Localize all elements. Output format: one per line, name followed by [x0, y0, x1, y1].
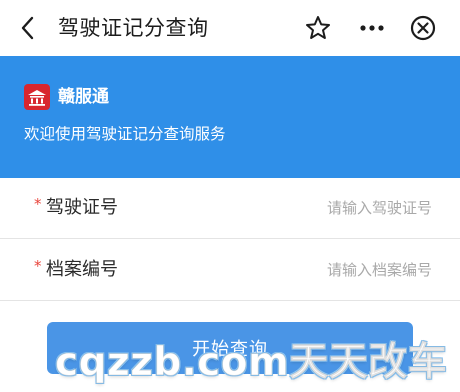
close-button[interactable]	[407, 12, 439, 44]
chevron-left-icon	[21, 16, 34, 40]
more-button[interactable]	[356, 12, 388, 44]
required-marker: *	[34, 195, 42, 213]
favorite-button[interactable]	[302, 12, 334, 44]
required-marker: *	[34, 257, 42, 275]
archive-number-label: 档案编号	[46, 259, 118, 280]
license-number-label: 驾驶证号	[46, 197, 118, 218]
back-button[interactable]	[14, 12, 44, 44]
close-icon	[410, 15, 436, 41]
building-icon	[28, 90, 46, 106]
star-icon	[306, 16, 330, 39]
service-banner	[0, 56, 460, 178]
page-title: 驾驶证记分查询	[58, 16, 209, 40]
top-navigation-bar: 驾驶证记分查询	[0, 0, 460, 56]
brand-name: 赣服通	[58, 87, 109, 107]
divider	[0, 300, 460, 301]
brand-logo	[24, 84, 50, 110]
divider	[0, 238, 460, 239]
archive-number-input[interactable]	[190, 255, 432, 285]
welcome-message: 欢迎使用驾驶证记分查询服务	[24, 125, 226, 143]
start-query-label: 开始查询	[192, 339, 268, 360]
start-query-button[interactable]: 开始查询	[47, 322, 413, 374]
more-icon	[360, 25, 384, 31]
license-number-input[interactable]	[190, 193, 432, 223]
archive-number-row: * 档案编号	[0, 240, 460, 301]
license-number-row: * 驾驶证号	[0, 178, 460, 239]
